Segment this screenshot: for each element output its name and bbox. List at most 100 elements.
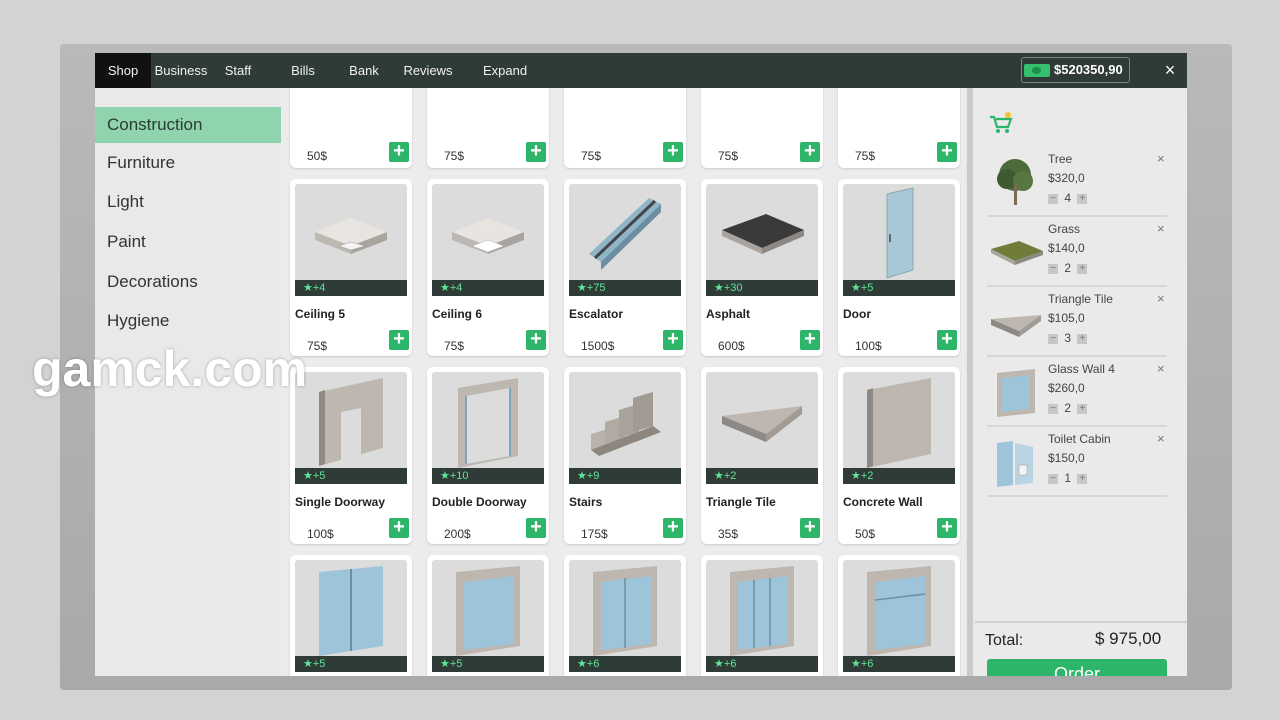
tab-reviews[interactable]: Reviews [401,53,455,88]
quantity-stepper: − 2 + [1048,261,1088,275]
product-name: Triangle Tile [706,495,776,509]
category-paint[interactable]: Paint [95,224,281,260]
add-to-cart-button[interactable]: + [663,141,683,162]
remove-item-button[interactable]: × [1157,151,1165,166]
decrease-quantity-button[interactable]: − [1048,333,1058,344]
increase-quantity-button[interactable]: + [1077,403,1088,414]
cart-item-price: $260,0 [1048,381,1085,395]
category-hygiene[interactable]: Hygiene [95,303,281,339]
add-to-cart-button[interactable]: + [389,141,409,162]
increase-quantity-button[interactable]: + [1077,473,1088,484]
add-to-cart-button[interactable]: + [937,517,957,538]
close-button[interactable]: × [1159,57,1181,83]
add-to-cart-button[interactable]: + [526,329,546,350]
cart-item-name: Glass Wall 4 [1048,362,1115,376]
product-price: 1500$ [581,339,615,353]
add-to-cart-button[interactable]: + [389,329,409,350]
product-card-door[interactable]: ★+5 Door 100$ + [838,179,960,356]
cart-item-price: $140,0 [1048,241,1085,255]
product-card[interactable]: ★+5 [290,555,412,676]
add-to-cart-button[interactable]: + [526,517,546,538]
rating-badge: ★+5 [432,656,544,672]
cart-item-toilet-cabin: Toilet Cabin $150,0 − 1 + × [987,429,1167,497]
product-card[interactable]: 75$ + [838,88,960,168]
category-furniture[interactable]: Furniture [95,145,281,181]
add-to-cart-button[interactable]: + [663,517,683,538]
product-card-double-doorway[interactable]: ★+10 Double Doorway 200$ + [427,367,549,544]
cart-item-name: Tree [1048,152,1073,166]
decrease-quantity-button[interactable]: − [1048,403,1058,414]
tab-bank[interactable]: Bank [343,53,385,88]
order-button[interactable]: Order [987,659,1167,676]
product-card[interactable]: 75$ + [564,88,686,168]
increase-quantity-button[interactable]: + [1077,333,1088,344]
decrease-quantity-button[interactable]: − [1048,473,1058,484]
cash-icon [1024,64,1050,77]
product-card-stairs[interactable]: ★+9 Stairs 175$ + [564,367,686,544]
product-card[interactable]: ★+6 [701,555,823,676]
product-card-ceiling-5[interactable]: ★+4 Ceiling 5 75$ + [290,179,412,356]
product-card[interactable]: ★+6 [838,555,960,676]
rating-badge: ★+30 [706,280,818,296]
remove-item-button[interactable]: × [1157,291,1165,306]
rating-badge: ★+5 [295,468,407,484]
product-price: 75$ [307,339,328,353]
glass-wall-icon [989,365,1043,419]
quantity-stepper: − 4 + [1048,191,1088,205]
rating-badge: ★+2 [843,468,955,484]
quantity-value: 4 [1064,191,1072,205]
top-navigation-bar: Shop Business Staff Bills Bank Reviews E… [95,53,1187,88]
cart-item-name: Toilet Cabin [1048,432,1111,446]
product-grid: 50$ + 75$ + 75$ + 75$ + 75$ + ★+4 Ceilin… [281,88,965,676]
product-card[interactable]: ★+5 [427,555,549,676]
remove-item-button[interactable]: × [1157,361,1165,376]
scrollbar-thumb[interactable] [967,88,973,676]
increase-quantity-button[interactable]: + [1077,263,1088,274]
product-card-triangle-tile[interactable]: ★+2 Triangle Tile 35$ + [701,367,823,544]
product-card-concrete-wall[interactable]: ★+2 Concrete Wall 50$ + [838,367,960,544]
tab-business[interactable]: Business [153,53,209,88]
add-to-cart-button[interactable]: + [526,141,546,162]
cart-item-grass: Grass $140,0 − 2 + × [987,219,1167,287]
increase-quantity-button[interactable]: + [1077,193,1088,204]
product-price: 75$ [581,149,602,163]
product-name: Stairs [569,495,603,509]
tab-staff[interactable]: Staff [217,53,259,88]
tab-bills[interactable]: Bills [285,53,321,88]
category-construction[interactable]: Construction [95,107,281,143]
category-decorations[interactable]: Decorations [95,264,281,300]
add-to-cart-button[interactable]: + [800,141,820,162]
product-card-escalator[interactable]: ★+75 Escalator 1500$ + [564,179,686,356]
decrease-quantity-button[interactable]: − [1048,263,1058,274]
add-to-cart-button[interactable]: + [800,329,820,350]
tab-expand[interactable]: Expand [479,53,531,88]
add-to-cart-button[interactable]: + [937,141,957,162]
product-card-single-doorway[interactable]: ★+5 Single Doorway 100$ + [290,367,412,544]
watermark: gamck.com [32,341,308,397]
quantity-value: 1 [1064,471,1072,485]
product-card[interactable]: 50$ + [290,88,412,168]
add-to-cart-button[interactable]: + [800,517,820,538]
cart-item-price: $150,0 [1048,451,1085,465]
add-to-cart-button[interactable]: + [663,329,683,350]
decrease-quantity-button[interactable]: − [1048,193,1058,204]
product-card[interactable]: 75$ + [427,88,549,168]
add-to-cart-button[interactable]: + [389,517,409,538]
tab-shop[interactable]: Shop [95,53,151,88]
rating-badge: ★+5 [295,656,407,672]
toilet-cabin-icon [989,435,1043,489]
product-card-ceiling-6[interactable]: ★+4 Ceiling 6 75$ + [427,179,549,356]
product-card[interactable]: ★+6 [564,555,686,676]
product-card-asphalt[interactable]: ★+30 Asphalt 600$ + [701,179,823,356]
rating-badge: ★+6 [706,656,818,672]
quantity-stepper: − 3 + [1048,331,1088,345]
product-card[interactable]: 75$ + [701,88,823,168]
add-to-cart-button[interactable]: + [937,329,957,350]
grid-scrollbar[interactable] [967,88,973,676]
category-light[interactable]: Light [95,184,281,220]
cart-item-name: Grass [1048,222,1081,236]
rating-badge: ★+75 [569,280,681,296]
remove-item-button[interactable]: × [1157,431,1165,446]
product-name: Door [843,307,871,321]
remove-item-button[interactable]: × [1157,221,1165,236]
